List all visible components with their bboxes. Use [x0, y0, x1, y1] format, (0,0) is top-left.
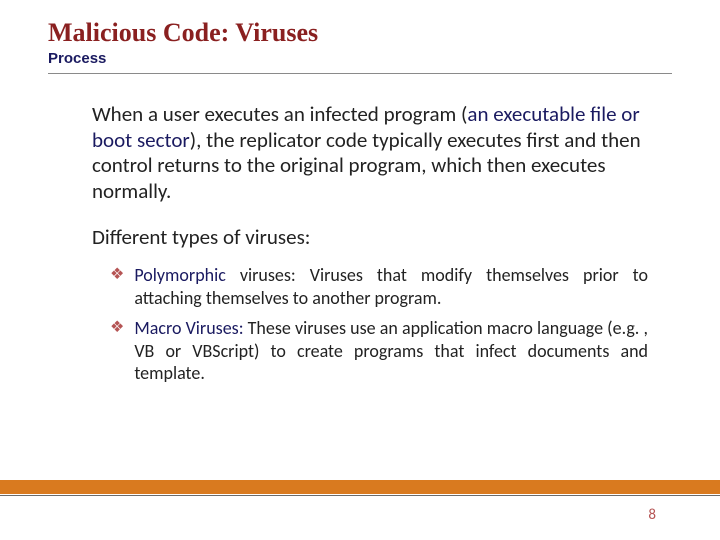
intro-pre: When a user executes an infected program…: [92, 101, 467, 127]
page-number: 8: [648, 506, 656, 524]
types-heading: Different types of viruses:: [92, 224, 652, 250]
slide-title: Malicious Code: Viruses: [48, 18, 672, 48]
list-item: ❖ Macro Viruses: These viruses use an ap…: [110, 317, 648, 385]
bullet-text: Polymorphic viruses: Viruses that modify…: [134, 264, 648, 309]
diamond-icon: ❖: [110, 264, 124, 286]
intro-paragraph: When a user executes an infected program…: [92, 102, 652, 204]
bullet-lead: Macro Viruses:: [134, 317, 243, 339]
diamond-icon: ❖: [110, 317, 124, 339]
slide: Malicious Code: Viruses Process When a u…: [0, 0, 720, 540]
bullet-list: ❖ Polymorphic viruses: Viruses that modi…: [92, 264, 652, 385]
list-item: ❖ Polymorphic viruses: Viruses that modi…: [110, 264, 648, 309]
bullet-text: Macro Viruses: These viruses use an appl…: [134, 317, 648, 385]
footer-line: [0, 495, 720, 496]
footer-bar: [0, 480, 720, 494]
title-rule: [48, 73, 672, 74]
bullet-lead: Polymorphic: [134, 264, 226, 286]
slide-subtitle: Process: [48, 50, 672, 67]
content-area: When a user executes an infected program…: [48, 102, 672, 385]
